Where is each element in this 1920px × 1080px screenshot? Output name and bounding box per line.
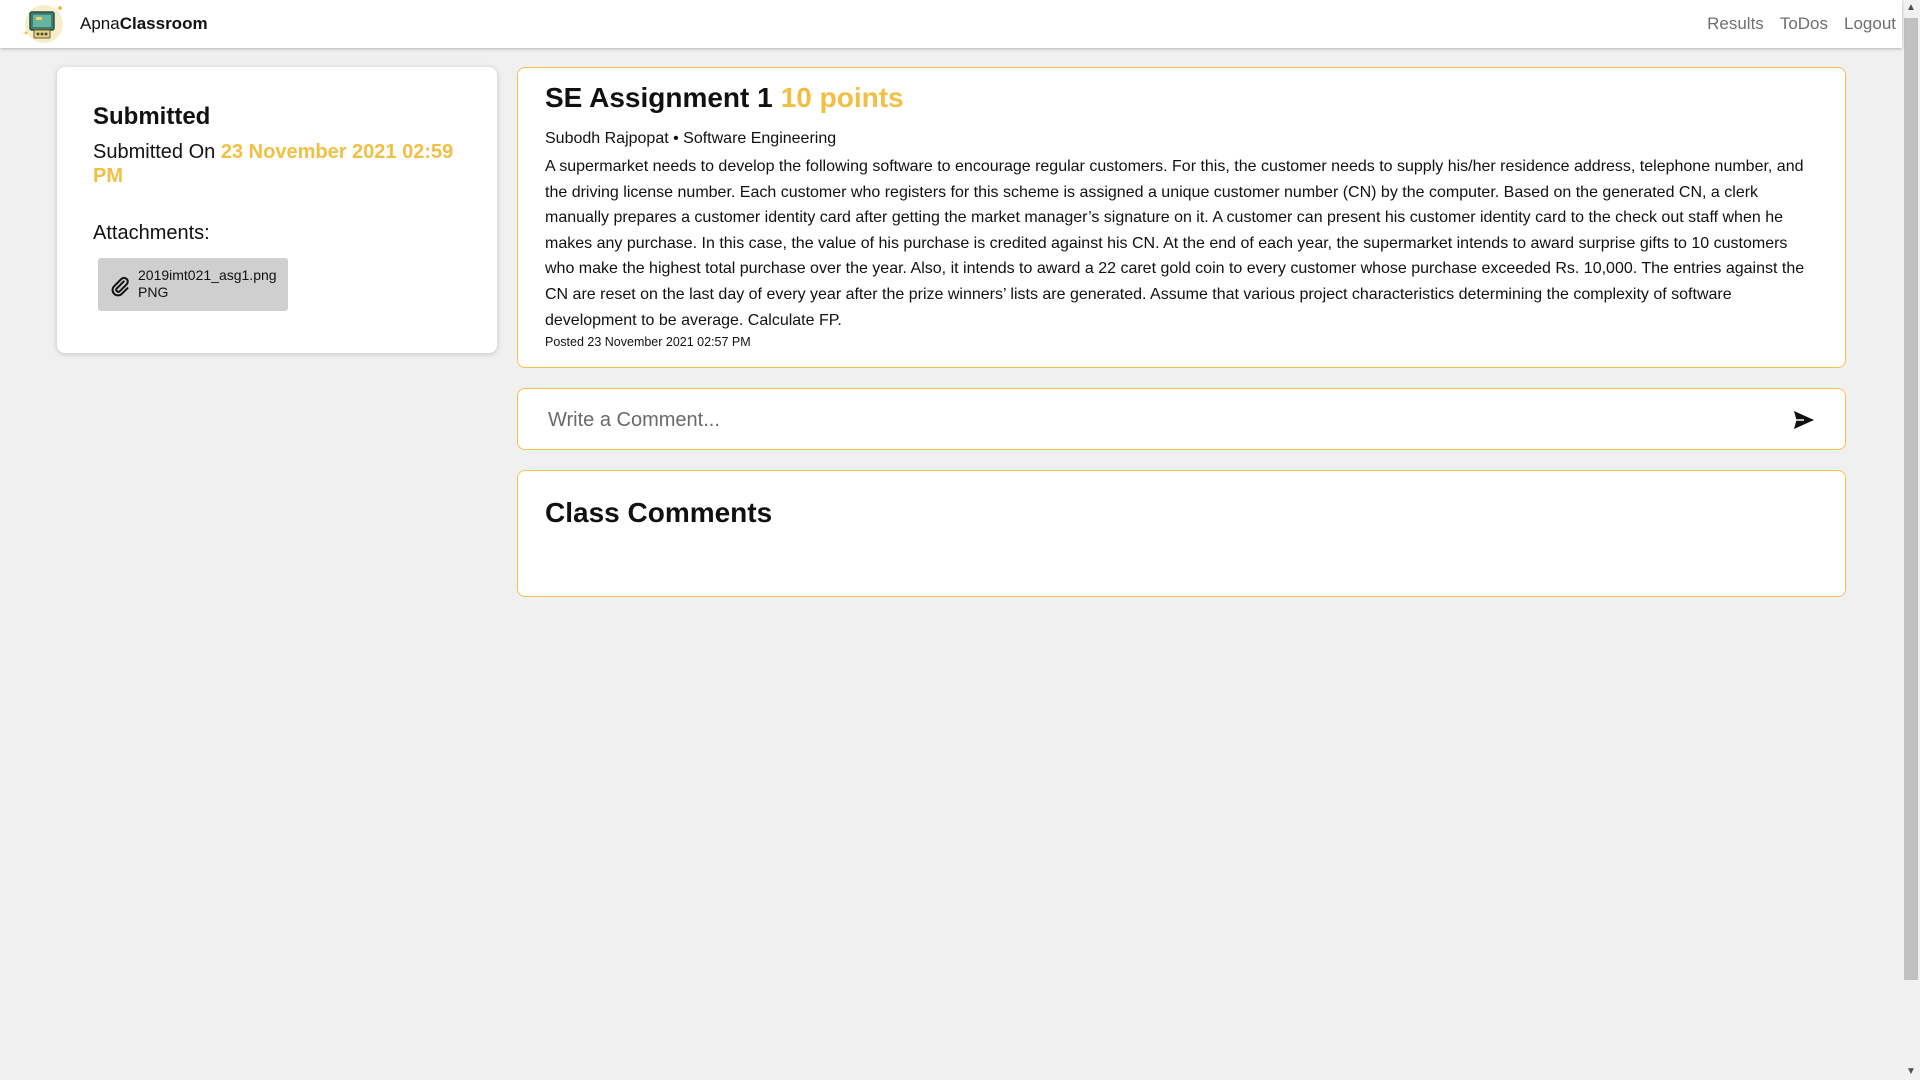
submission-card: Submitted Submitted On 23 November 2021 … bbox=[57, 67, 497, 353]
nav-link-logout[interactable]: Logout bbox=[1844, 14, 1896, 34]
assignment-title-row: SE Assignment 1 10 points bbox=[545, 82, 904, 114]
send-icon[interactable] bbox=[1794, 411, 1814, 429]
assignment-title: SE Assignment 1 bbox=[545, 82, 773, 113]
nav-link-results[interactable]: Results bbox=[1707, 14, 1764, 34]
page-scrollbar[interactable]: ▲ ▼ bbox=[1902, 0, 1920, 1080]
comment-box bbox=[517, 388, 1846, 450]
nav-links: Results ToDos Logout bbox=[1707, 14, 1896, 34]
assignment-points: 10 points bbox=[780, 82, 904, 113]
submission-status: Submitted bbox=[93, 103, 211, 130]
scroll-down-arrow-icon[interactable]: ▼ bbox=[1902, 1064, 1920, 1080]
assignment-description: A supermarket needs to develop the follo… bbox=[545, 158, 1805, 329]
scroll-thumb[interactable] bbox=[1904, 18, 1918, 980]
paperclip-icon bbox=[111, 276, 129, 297]
attachments-label: Attachments: bbox=[93, 222, 210, 244]
app-logo-icon[interactable] bbox=[22, 3, 66, 45]
assignment-card: SE Assignment 1 10 points Subodh Rajpopat… bbox=[517, 67, 1846, 368]
brand-prefix: Apna bbox=[80, 14, 120, 33]
scroll-up-arrow-icon[interactable]: ▲ bbox=[1902, 0, 1920, 16]
assignment-posted-date: Posted 23 November 2021 02:57 PM bbox=[545, 335, 751, 349]
attachment-chip[interactable]: 2019imt021_asg1.png PNG bbox=[98, 258, 288, 311]
class-comments-title: Class Comments bbox=[545, 497, 773, 528]
nav-link-todos[interactable]: ToDos bbox=[1780, 14, 1828, 34]
attachment-filename: 2019imt021_asg1.png bbox=[138, 267, 277, 283]
attachment-info: 2019imt021_asg1.png PNG bbox=[138, 267, 277, 301]
submitted-on-label: Submitted On bbox=[93, 141, 216, 163]
assignment-meta: Subodh Rajpopat • Software Engineering bbox=[545, 130, 837, 147]
class-comments-card: Class Comments bbox=[517, 470, 1846, 597]
attachment-type: PNG bbox=[138, 284, 169, 300]
brand-name[interactable]: ApnaClassroom bbox=[80, 14, 208, 34]
brand-bold: Classroom bbox=[119, 14, 208, 33]
submitted-on: Submitted On 23 November 2021 02:59 PM bbox=[93, 140, 463, 188]
comment-input[interactable] bbox=[546, 403, 1760, 437]
top-navbar: ApnaClassroom Results ToDos Logout bbox=[0, 0, 1902, 48]
